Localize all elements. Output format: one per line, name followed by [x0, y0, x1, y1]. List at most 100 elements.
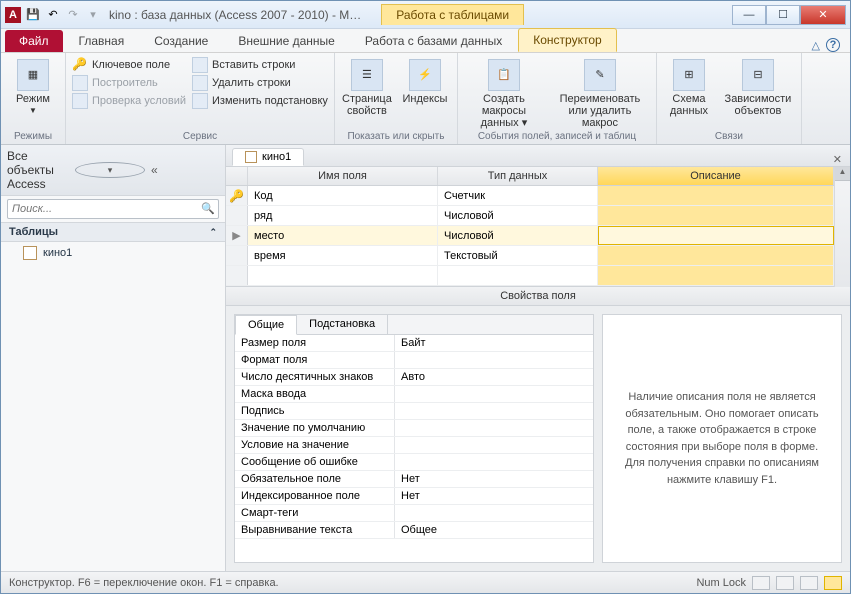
tab-dbtools[interactable]: Работа с базами данных [351, 30, 516, 52]
nav-item-table[interactable]: кино1 [1, 242, 225, 264]
property-value[interactable] [395, 403, 593, 419]
field-desc-cell[interactable] [598, 186, 834, 205]
field-type-cell[interactable] [438, 266, 598, 285]
property-value[interactable] [395, 505, 593, 521]
view-datasheet-button[interactable] [752, 576, 770, 590]
object-deps-button[interactable]: ⊟ Зависимости объектов [721, 55, 795, 117]
property-sheet-button[interactable]: ☰ Страница свойств [341, 55, 393, 117]
col-header-type[interactable]: Тип данных [438, 167, 598, 185]
search-icon[interactable]: 🔍 [201, 202, 215, 215]
tab-create[interactable]: Создание [140, 30, 222, 52]
property-value[interactable] [395, 454, 593, 470]
property-row[interactable]: Маска ввода [235, 386, 593, 403]
vertical-scrollbar[interactable]: ▲ [834, 167, 850, 287]
row-selector[interactable]: ▶ [226, 226, 248, 245]
property-value[interactable]: Нет [395, 488, 593, 504]
field-name-cell[interactable] [248, 266, 438, 285]
field-row[interactable]: 🔑КодСчетчик [226, 186, 834, 206]
prop-tab-lookup[interactable]: Подстановка [297, 315, 388, 334]
tab-file[interactable]: Файл [5, 30, 63, 52]
row-selector[interactable] [226, 266, 248, 285]
tab-home[interactable]: Главная [65, 30, 139, 52]
nav-menu-icon[interactable]: ▾ [75, 162, 145, 178]
mode-button[interactable]: ▦ Режим ▼ [7, 55, 59, 116]
group-service-label: Сервис [72, 129, 328, 144]
create-data-macros-button[interactable]: 📋 Создать макросы данных ▾ [464, 55, 544, 129]
help-icon[interactable]: ? [826, 38, 840, 52]
property-value[interactable]: Общее [395, 522, 593, 538]
field-type-cell[interactable]: Счетчик [438, 186, 598, 205]
property-row[interactable]: Смарт-теги [235, 505, 593, 522]
check-conditions-button[interactable]: Проверка условий [72, 93, 186, 109]
nav-header[interactable]: Все объекты Access ▾ « [1, 145, 225, 196]
property-row[interactable]: Обязательное полеНет [235, 471, 593, 488]
scroll-up-icon[interactable]: ▲ [835, 167, 850, 181]
property-value[interactable] [395, 352, 593, 368]
property-row[interactable]: Формат поля [235, 352, 593, 369]
row-selector-header[interactable] [226, 167, 248, 185]
row-selector[interactable] [226, 206, 248, 225]
section-collapse-icon[interactable]: ⌃ [209, 227, 217, 238]
document-close-icon[interactable]: ✕ [825, 153, 850, 166]
field-row[interactable]: ▶местоЧисловой [226, 226, 834, 246]
field-desc-cell[interactable] [598, 266, 834, 285]
field-name-cell[interactable]: место [248, 226, 438, 245]
property-row[interactable]: Сообщение об ошибке [235, 454, 593, 471]
change-lookup-button[interactable]: Изменить подстановку [192, 93, 328, 109]
property-row[interactable]: Значение по умолчанию [235, 420, 593, 437]
row-selector[interactable] [226, 246, 248, 265]
relationships-button[interactable]: ⊞ Схема данных [663, 55, 715, 117]
prop-tab-general[interactable]: Общие [235, 315, 297, 335]
property-value[interactable]: Байт [395, 335, 593, 351]
field-desc-cell[interactable] [598, 246, 834, 265]
group-service: 🔑Ключевое поле Построитель Проверка усло… [66, 53, 335, 144]
save-icon[interactable]: 💾 [25, 7, 41, 23]
nav-collapse-icon[interactable]: « [151, 163, 219, 177]
property-value[interactable] [395, 386, 593, 402]
delete-rows-button[interactable]: Удалить строки [192, 75, 328, 91]
insert-rows-button[interactable]: Вставить строки [192, 57, 328, 73]
property-value[interactable] [395, 437, 593, 453]
tab-design[interactable]: Конструктор [518, 28, 616, 52]
key-field-button[interactable]: 🔑Ключевое поле [72, 57, 186, 73]
document-tab[interactable]: кино1 [232, 148, 304, 166]
view-pivotchart-button[interactable] [800, 576, 818, 590]
property-value[interactable] [395, 420, 593, 436]
view-pivottable-button[interactable] [776, 576, 794, 590]
builder-button[interactable]: Построитель [72, 75, 186, 91]
property-row[interactable]: Индексированное полеНет [235, 488, 593, 505]
field-name-cell[interactable]: Код [248, 186, 438, 205]
close-button[interactable]: ✕ [800, 5, 846, 25]
ribbon-minimize-icon[interactable]: △ [812, 39, 820, 52]
property-row[interactable]: Условие на значение [235, 437, 593, 454]
rename-delete-macro-button[interactable]: ✎ Переименовать или удалить макрос [550, 55, 650, 129]
indexes-button[interactable]: ⚡ Индексы [399, 55, 451, 105]
field-name-cell[interactable]: ряд [248, 206, 438, 225]
minimize-button[interactable]: — [732, 5, 766, 25]
field-name-cell[interactable]: время [248, 246, 438, 265]
nav-section-tables[interactable]: Таблицы ⌃ [1, 222, 225, 242]
row-selector[interactable]: 🔑 [226, 186, 248, 205]
field-type-cell[interactable]: Числовой [438, 206, 598, 225]
property-value[interactable]: Авто [395, 369, 593, 385]
field-row[interactable]: рядЧисловой [226, 206, 834, 226]
tab-external[interactable]: Внешние данные [224, 30, 349, 52]
view-design-button[interactable] [824, 576, 842, 590]
property-row[interactable]: Размер поляБайт [235, 335, 593, 352]
field-desc-cell[interactable] [598, 226, 834, 245]
field-desc-cell[interactable] [598, 206, 834, 225]
redo-icon[interactable]: ↷ [65, 7, 81, 23]
property-row[interactable]: Число десятичных знаковАвто [235, 369, 593, 386]
col-header-desc[interactable]: Описание [598, 167, 834, 185]
search-input[interactable] [7, 199, 219, 219]
field-row[interactable] [226, 266, 834, 286]
property-row[interactable]: Выравнивание текстаОбщее [235, 522, 593, 539]
property-value[interactable]: Нет [395, 471, 593, 487]
field-type-cell[interactable]: Текстовый [438, 246, 598, 265]
property-row[interactable]: Подпись [235, 403, 593, 420]
field-type-cell[interactable]: Числовой [438, 226, 598, 245]
undo-icon[interactable]: ↶ [45, 7, 61, 23]
maximize-button[interactable]: ☐ [766, 5, 800, 25]
field-row[interactable]: времяТекстовый [226, 246, 834, 266]
col-header-name[interactable]: Имя поля [248, 167, 438, 185]
